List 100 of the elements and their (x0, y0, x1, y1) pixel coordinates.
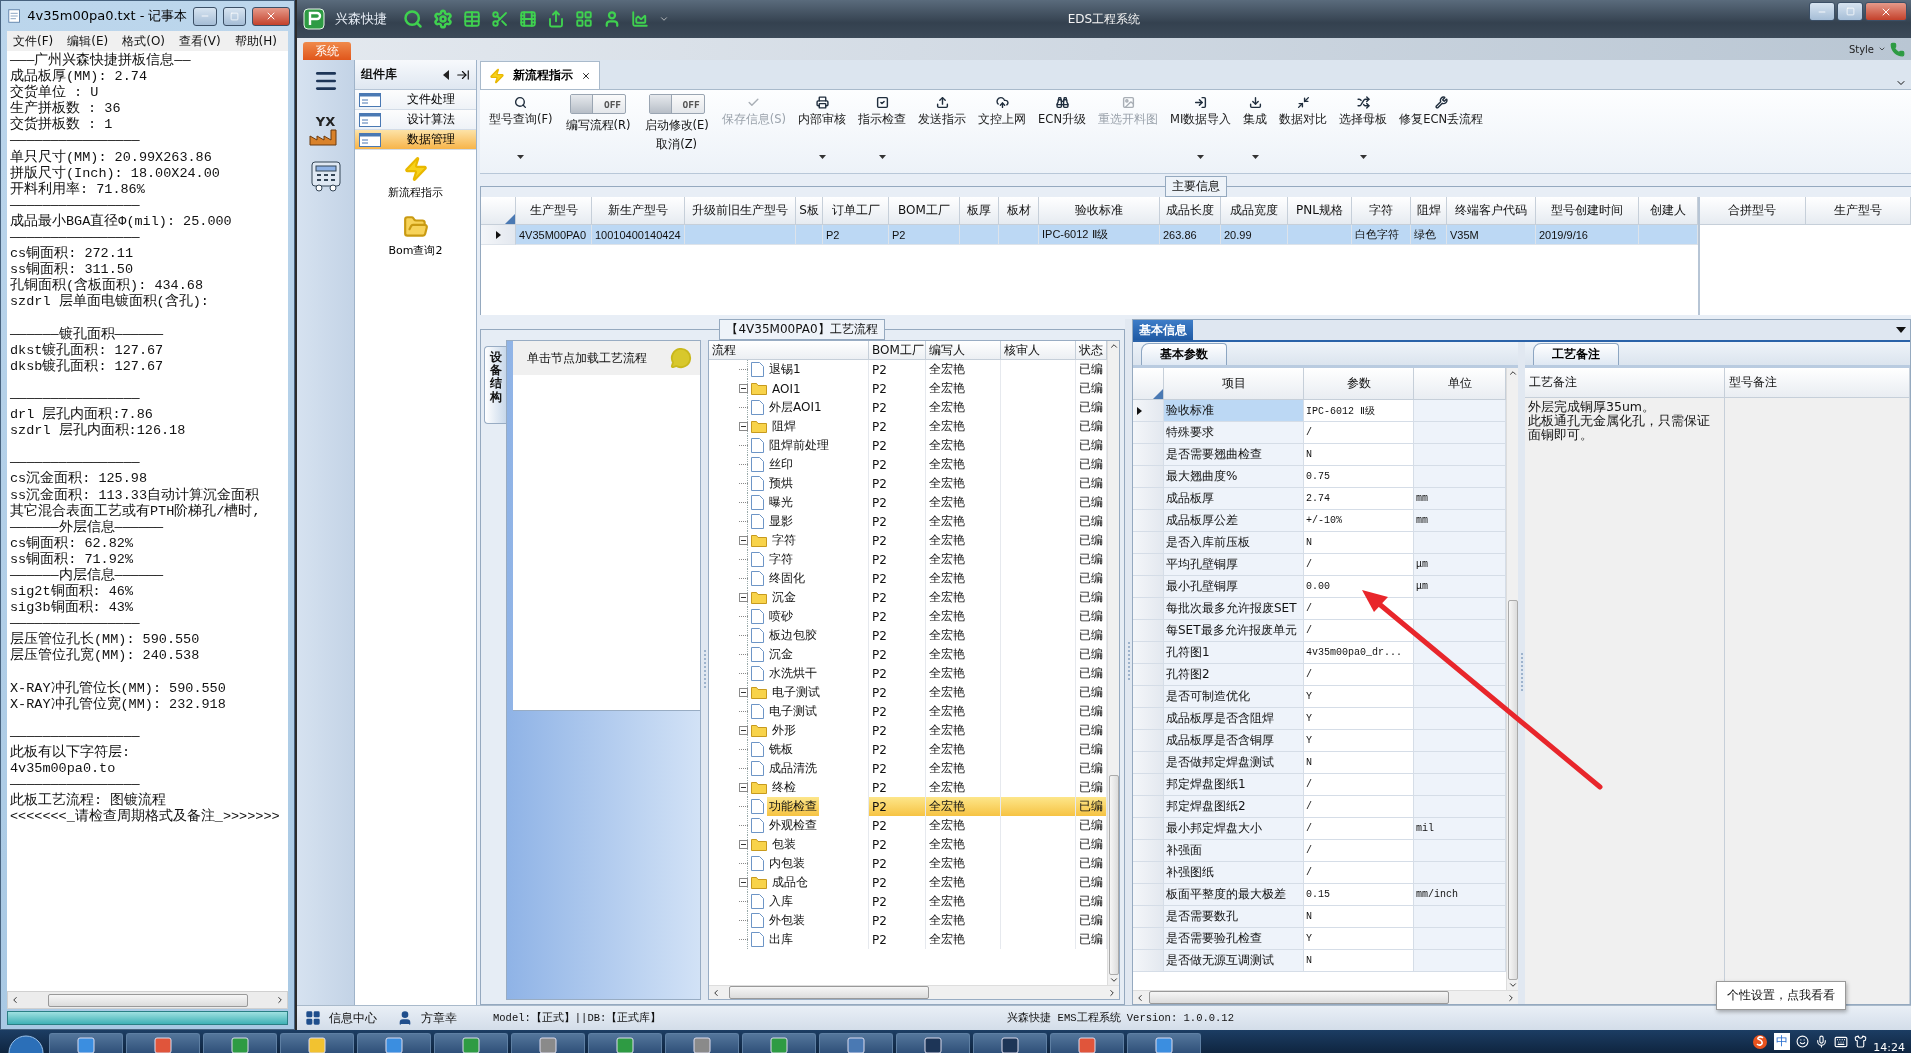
column-header[interactable]: 成品宽度 (1221, 197, 1288, 225)
row-header[interactable] (481, 225, 516, 245)
tree-node[interactable]: 包装 (770, 835, 798, 854)
tree-node[interactable]: 显影 (767, 512, 795, 531)
tree-node[interactable]: 板边包胶 (767, 626, 819, 645)
scroll-thumb[interactable] (729, 986, 929, 999)
library-item[interactable]: 数据管理 (355, 130, 476, 150)
column-header[interactable]: 单位 (1414, 368, 1506, 400)
taskbar-button[interactable] (280, 1033, 354, 1053)
search-icon[interactable] (403, 9, 423, 29)
taskbar-button[interactable] (819, 1033, 893, 1053)
splitter-handle-icon[interactable] (1126, 642, 1131, 682)
minimize-button[interactable] (1809, 2, 1835, 21)
scroll-thumb[interactable] (1507, 600, 1518, 980)
document-tab[interactable]: 新流程指示 (480, 61, 600, 89)
tree-node[interactable]: 退锡1 (767, 360, 803, 379)
collapse-icon[interactable] (739, 840, 748, 849)
tree-node[interactable]: 内包装 (767, 854, 807, 873)
sub-tab[interactable]: 基本参数 (1141, 343, 1227, 365)
taskbar-button[interactable] (203, 1033, 277, 1053)
menu-item[interactable]: 编辑(E) (61, 32, 115, 50)
taskbar-button[interactable] (1127, 1033, 1201, 1053)
column-header[interactable]: 字符 (1352, 197, 1411, 225)
caret-icon[interactable] (1896, 327, 1906, 333)
taskbar-button[interactable] (588, 1033, 662, 1053)
toolbar-button[interactable]: 修复ECN丢流程 (1394, 94, 1489, 169)
caret-icon[interactable] (818, 155, 826, 159)
smiley-icon[interactable] (1796, 1035, 1810, 1048)
scroll-down-icon[interactable] (1108, 975, 1119, 985)
tree-node[interactable]: AOI1 (770, 380, 803, 397)
launcher-item[interactable]: Bom查询2 (355, 208, 476, 266)
vertical-scrollbar[interactable] (1506, 368, 1518, 990)
column-header[interactable]: 阻焊 (1411, 197, 1447, 225)
column-header[interactable]: 成品长度 (1160, 197, 1221, 225)
close-icon[interactable] (581, 70, 591, 81)
row-header[interactable] (1133, 400, 1164, 422)
toolbar-button[interactable]: 集成 (1238, 94, 1273, 169)
microphone-icon[interactable] (1815, 1035, 1829, 1048)
grid-icon[interactable] (575, 10, 593, 28)
scroll-left-icon[interactable] (711, 987, 721, 998)
tree-node[interactable]: 曝光 (767, 493, 795, 512)
tree-node[interactable]: 喷砂 (767, 607, 795, 626)
taskbar-button[interactable] (357, 1033, 431, 1053)
gear-icon[interactable] (433, 9, 453, 29)
start-button-icon[interactable] (6, 1033, 46, 1053)
toolbar-button[interactable]: 指示检查 (853, 94, 912, 169)
horizontal-scrollbar[interactable] (7, 991, 288, 1009)
scroll-up-icon[interactable] (1507, 368, 1518, 378)
tree-node[interactable]: 成品仓 (770, 873, 810, 892)
grid-icon[interactable] (305, 1010, 321, 1026)
maximize-button[interactable] (1837, 2, 1863, 21)
tree-node[interactable]: 铣板 (767, 740, 795, 759)
splitter-handle-icon[interactable] (702, 650, 707, 690)
scroll-right-icon[interactable] (275, 995, 285, 1005)
tree-node[interactable]: 电子测试 (770, 683, 822, 702)
toolbar-button[interactable]: 型号查询(F) (484, 94, 558, 169)
ime-logo-icon[interactable] (1752, 1033, 1769, 1050)
column-header[interactable]: 订单工厂 (823, 197, 889, 225)
library-item[interactable]: 设计算法 (355, 110, 476, 130)
toolbar-button[interactable]: ECN升级 (1033, 94, 1091, 169)
column-header[interactable]: 工艺备注 (1525, 368, 1725, 398)
tree-node[interactable]: 成品清洗 (767, 759, 819, 778)
tree-node[interactable]: 外观检查 (767, 816, 819, 835)
column-header[interactable]: 型号创建时间 (1536, 197, 1639, 225)
menu-item[interactable]: 格式(O) (116, 32, 172, 50)
horizontal-scrollbar[interactable] (1133, 990, 1518, 1004)
tree-node[interactable]: 阻焊前处理 (767, 436, 831, 455)
vertical-scrollbar[interactable] (1107, 341, 1119, 985)
column-header[interactable]: 核审人 (1001, 341, 1076, 360)
toolbar-button[interactable]: 发送指示 (913, 94, 972, 169)
taskbar-button[interactable] (665, 1033, 739, 1053)
sub-tab[interactable]: 工艺备注 (1533, 343, 1619, 365)
library-item[interactable]: 文件处理 (355, 90, 476, 110)
tree-node[interactable]: 入库 (767, 892, 795, 911)
calculator-icon[interactable] (308, 160, 343, 192)
maximize-button[interactable] (222, 6, 247, 26)
collapse-icon[interactable] (739, 783, 748, 792)
column-header[interactable]: 验收标准 (1039, 197, 1160, 225)
column-header[interactable]: 项目 (1164, 368, 1304, 400)
taskbar-button[interactable] (973, 1033, 1047, 1053)
toolbar-button[interactable]: 选择母板 (1334, 94, 1393, 169)
table-icon[interactable] (463, 10, 481, 28)
tree-node[interactable]: 沉金 (767, 645, 795, 664)
column-header[interactable]: 新生产型号 (592, 197, 685, 225)
column-header[interactable]: BOM工厂 (889, 197, 960, 225)
factory-logo[interactable]: YX (305, 110, 346, 146)
taskbar-button[interactable] (511, 1033, 585, 1053)
menu-item[interactable]: 帮助(H) (228, 32, 283, 50)
taskbar-button[interactable] (49, 1033, 123, 1053)
toolbar-button[interactable]: 内部审核 (793, 94, 852, 169)
tree-node[interactable]: 阻焊 (770, 417, 798, 436)
scroll-left-icon[interactable] (1135, 992, 1145, 1003)
tree-node[interactable]: 外形 (770, 721, 798, 740)
caret-icon[interactable] (1359, 155, 1367, 159)
tree-node[interactable]: 电子测试 (767, 702, 819, 721)
tree-node[interactable]: 外包装 (767, 911, 807, 930)
person-icon[interactable] (603, 10, 621, 28)
menu-item[interactable]: 查看(V) (173, 32, 227, 50)
tree-node[interactable]: 字符 (767, 550, 795, 569)
column-header[interactable]: 编写人 (926, 341, 1001, 360)
